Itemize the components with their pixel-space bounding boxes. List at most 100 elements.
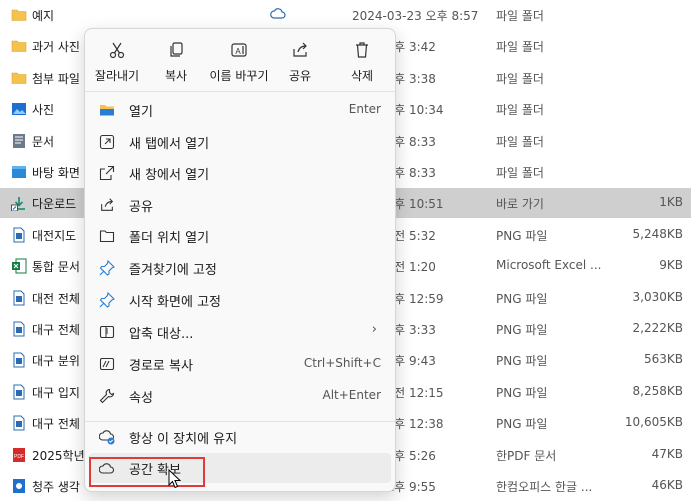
menu-item-label: 새 창에서 열기 xyxy=(129,168,210,183)
file-size: 5,248KB xyxy=(632,226,683,241)
excel-file-icon xyxy=(11,258,27,274)
file-type: 파일 폴더 xyxy=(496,9,544,23)
rename-icon: A xyxy=(230,41,248,59)
file-type: 파일 폴더 xyxy=(496,40,544,55)
chevron-right-icon: › xyxy=(371,322,377,337)
highlight-box xyxy=(89,457,205,487)
file-type: 파일 폴더 xyxy=(496,134,544,149)
svg-text:A: A xyxy=(235,47,241,56)
menu-item-label: 속성 xyxy=(129,391,153,406)
file-type: 한PDF 문서 xyxy=(496,448,557,463)
file-name: 대구 전체 xyxy=(32,323,80,337)
copy-icon xyxy=(167,41,185,59)
desktop-folder-icon xyxy=(11,164,27,180)
quick-action-rename[interactable]: A 이름 바꾸기 xyxy=(209,41,269,85)
file-type: PNG 파일 xyxy=(496,385,548,400)
png-file-icon xyxy=(11,227,27,243)
file-size: 8,258KB xyxy=(632,383,683,398)
pdf-file-icon: PDF xyxy=(11,447,27,463)
file-type: 파일 폴더 xyxy=(496,71,544,86)
file-name: 대구 분위 xyxy=(32,354,80,369)
file-name: 문서 xyxy=(32,134,55,149)
menu-item[interactable]: 즐겨찾기에 고정 xyxy=(89,253,391,283)
menu-item-label: 공유 xyxy=(129,200,153,215)
menu-item-shortcut: Ctrl+Shift+C xyxy=(303,356,381,370)
file-type: PNG 파일 xyxy=(496,323,548,337)
menu-item-shortcut: Enter xyxy=(348,102,381,116)
file-row[interactable]: 예지 2024-03-23 오후 8:57 파일 폴더 xyxy=(0,0,691,30)
new-window-icon xyxy=(99,165,115,181)
share-icon xyxy=(291,41,309,59)
file-size: 563KB xyxy=(643,352,683,367)
file-size: 47KB xyxy=(651,446,683,461)
file-type: 바로 가기 xyxy=(496,197,544,212)
pin-start-icon xyxy=(99,291,115,308)
menu-item-label: 압축 대상... xyxy=(129,327,194,342)
cloud-check-icon xyxy=(98,429,115,445)
quick-action-label: 삭제 xyxy=(350,69,374,83)
quick-action-share[interactable]: 공유 xyxy=(272,41,328,85)
file-type: 파일 폴더 xyxy=(496,166,544,180)
menu-item[interactable]: 열기 Enter xyxy=(89,95,391,125)
file-type: 파일 폴더 xyxy=(496,103,544,118)
pictures-folder-icon xyxy=(11,101,27,117)
png-file-icon xyxy=(11,415,27,431)
folder-icon xyxy=(11,38,27,54)
quick-action-scissors[interactable]: 잘라내기 xyxy=(89,41,145,85)
menu-item[interactable]: 새 탭에서 열기 xyxy=(89,127,391,157)
menu-item-label: 새 탭에서 열기 xyxy=(129,137,210,152)
trash-icon xyxy=(353,41,371,59)
file-name: 첨부 파일 xyxy=(32,71,80,86)
new-tab-icon xyxy=(99,134,115,150)
menu-item-label: 항상 이 장치에 유지 xyxy=(129,432,238,447)
file-name: 대전지도 xyxy=(32,228,77,243)
menu-item[interactable]: 폴더 위치 열기 xyxy=(89,221,391,251)
quick-action-trash[interactable]: 삭제 xyxy=(334,41,390,85)
file-name: 청주 생각 xyxy=(32,480,80,494)
folder-icon xyxy=(11,70,27,86)
menu-item[interactable]: 공유 xyxy=(89,190,391,220)
file-name: 2025학년 xyxy=(32,448,85,463)
file-name: 예지 xyxy=(32,9,55,23)
menu-item-label: 경로로 복사 xyxy=(129,359,193,374)
file-type: 한컴오피스 한글 ... xyxy=(496,480,593,494)
file-type: PNG 파일 xyxy=(496,228,548,243)
open-folder-icon xyxy=(99,102,115,118)
menu-item-label: 열기 xyxy=(129,105,153,120)
file-date: 2024-03-23 오후 8:57 xyxy=(352,9,479,23)
svg-text:PDF: PDF xyxy=(14,454,24,460)
file-type: PNG 파일 xyxy=(496,354,548,369)
quick-action-copy[interactable]: 복사 xyxy=(148,41,204,85)
shortcut-icon xyxy=(11,195,27,212)
folder-outline-icon xyxy=(99,228,115,244)
file-size: 10,605KB xyxy=(624,415,683,430)
menu-item[interactable]: 시작 화면에 고정 xyxy=(89,285,391,315)
menu-item-label: 폴더 위치 열기 xyxy=(129,231,210,246)
menu-item[interactable]: 경로로 복사 Ctrl+Shift+C xyxy=(89,349,391,379)
scissors-icon xyxy=(108,41,126,59)
file-name: 과거 사진 xyxy=(32,40,80,55)
file-name: 다운로드 xyxy=(32,197,77,212)
menu-item-label: 즐겨찾기에 고정 xyxy=(129,263,217,278)
file-name: 대전 전체 xyxy=(32,291,80,306)
menu-item-label: 시작 화면에 고정 xyxy=(129,295,221,310)
menu-item-shortcut: Alt+Enter xyxy=(322,388,381,402)
documents-folder-icon xyxy=(11,133,27,149)
folder-icon xyxy=(11,7,27,23)
file-name: 사진 xyxy=(32,103,55,118)
png-file-icon xyxy=(11,384,27,400)
file-type: Microsoft Excel ... xyxy=(496,258,602,273)
file-size: 46KB xyxy=(651,478,683,492)
file-name: 대구 입지 xyxy=(32,385,80,400)
menu-item[interactable]: 속성 Alt+Enter xyxy=(89,381,391,411)
menu-item[interactable]: 항상 이 장치에 유지 xyxy=(89,422,391,452)
file-type: PNG 파일 xyxy=(496,291,548,306)
share-icon xyxy=(99,197,115,213)
file-name: 바탕 화면 xyxy=(32,166,80,180)
file-size: 3,030KB xyxy=(632,289,683,304)
pin-icon xyxy=(99,259,115,276)
menu-divider xyxy=(85,421,395,422)
menu-divider xyxy=(85,91,395,92)
menu-item[interactable]: 새 창에서 열기 xyxy=(89,158,391,188)
menu-item[interactable]: 압축 대상... › xyxy=(89,317,391,347)
